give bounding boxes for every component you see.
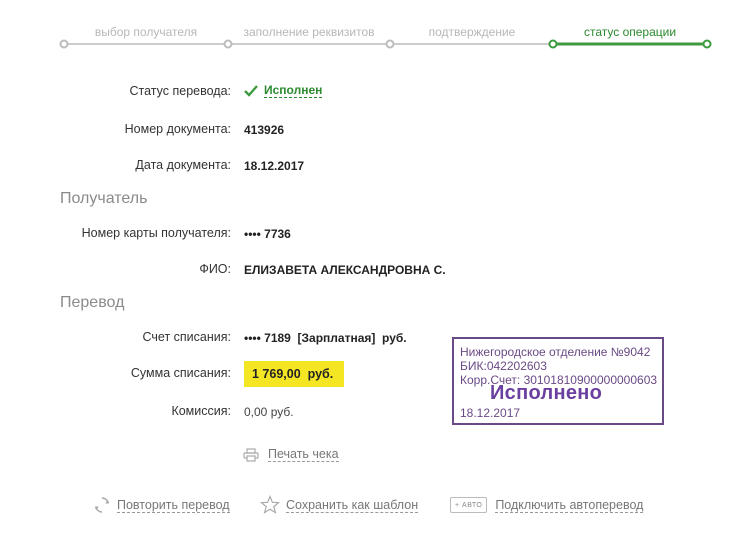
status-link[interactable]: Исполнен [264, 83, 323, 98]
step-details: заполнение реквизитов [243, 25, 375, 39]
doc-date-value: 18.12.2017 [244, 159, 305, 173]
stamp-branch: Нижегородское отделение №9042 [460, 345, 651, 359]
save-template-link[interactable]: Сохранить как шаблон [286, 498, 419, 513]
repeat-icon [94, 497, 110, 513]
connect-auto-link[interactable]: Подключить автоперевод [495, 498, 644, 513]
checkmark-icon [244, 85, 258, 97]
bank-stamp: Нижегородское отделение №9042 БИК:042202… [452, 337, 664, 425]
doc-number-value: 413926 [244, 123, 285, 137]
repeat-transfer-link[interactable]: Повторить перевод [117, 498, 230, 513]
card-value: •••• 7736 [244, 227, 291, 241]
step-recipient: выбор получателя [94, 25, 198, 39]
transfer-section-title: Перевод [60, 294, 125, 311]
progress-steps: выбор получателя заполнение реквизитов п… [0, 0, 736, 60]
fee-value: 0,00 руб. [244, 405, 294, 419]
name-label: ФИО: [199, 262, 231, 276]
stamp-bik: БИК:042202603 [460, 359, 547, 373]
fee-label: Комиссия: [171, 404, 231, 418]
account-value: •••• 7189 [Зарплатная] руб. [244, 331, 407, 345]
amount-value: 1 769,00 руб. [244, 361, 344, 387]
stamp-status: Исполнено [490, 382, 603, 404]
doc-number-label: Номер документа: [124, 122, 231, 136]
star-icon [260, 495, 280, 514]
print-receipt-link[interactable]: Печать чека [268, 447, 339, 462]
save-template-action[interactable]: Сохранить как шаблон [260, 495, 419, 515]
name-value: ЕЛИЗАВЕТА АЛЕКСАНДРОВНА С. [244, 263, 446, 277]
repeat-transfer-action[interactable]: Повторить перевод [93, 496, 230, 514]
connect-auto-action[interactable]: + АВТО Подключить автоперевод [450, 497, 644, 513]
account-label: Счет списания: [142, 330, 231, 344]
card-label: Номер карты получателя: [81, 226, 231, 240]
doc-date-label: Дата документа: [135, 158, 231, 172]
printer-icon [243, 447, 259, 462]
recipient-section-title: Получатель [60, 190, 148, 207]
stamp-date: 18.12.2017 [460, 406, 521, 420]
amount-label: Сумма списания: [130, 366, 231, 380]
print-receipt-action[interactable]: Печать чека [243, 447, 339, 462]
status-label: Статус перевода: [129, 84, 231, 98]
step-confirm: подтверждение [428, 25, 516, 39]
amount-text: 1 769,00 руб. [252, 367, 334, 381]
auto-badge-icon: + АВТО [450, 497, 488, 513]
status-value: Исполнен [244, 83, 323, 98]
step-status: статус операции [583, 25, 677, 39]
